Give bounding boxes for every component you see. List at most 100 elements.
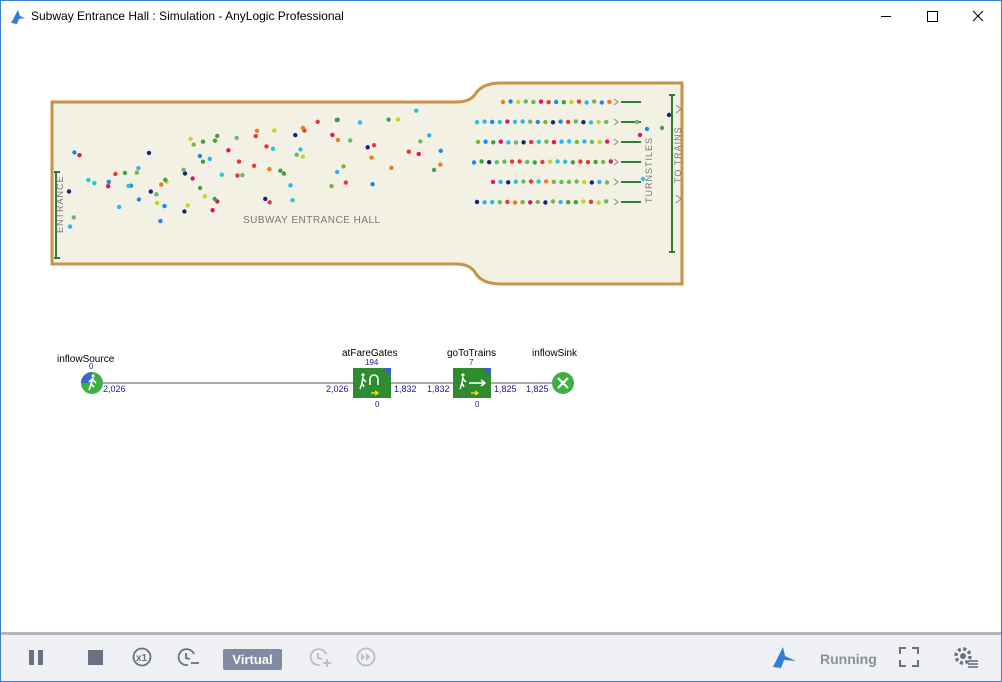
pedestrian — [431, 167, 437, 173]
pedestrian — [185, 203, 190, 208]
pedestrian — [471, 160, 477, 165]
pedestrian — [236, 159, 242, 164]
pedestrian — [71, 215, 77, 220]
pedestrian — [597, 139, 602, 145]
slow-down-icon — [177, 648, 199, 666]
pedestrian — [490, 199, 495, 205]
pedestrian — [520, 119, 525, 124]
pedestrian — [106, 179, 112, 185]
pedestrian — [513, 179, 518, 184]
pedestrian — [163, 177, 168, 182]
pedestrian — [605, 139, 610, 144]
pedestrian — [589, 139, 595, 145]
pedestrian — [588, 120, 594, 125]
virtual-mode-button[interactable]: Virtual — [223, 649, 282, 670]
pedestrian — [67, 224, 73, 229]
pedestrian — [365, 145, 370, 150]
pedestrian — [86, 177, 91, 183]
pedestrian — [475, 139, 481, 145]
pedestrian — [106, 184, 111, 189]
pedestrian — [576, 99, 582, 104]
maximize-button[interactable] — [909, 1, 955, 32]
pedestrian — [592, 99, 597, 104]
pedestrian — [207, 156, 212, 162]
pedestrian — [212, 196, 217, 202]
pedestrian — [395, 117, 401, 122]
pedestrian — [550, 199, 556, 204]
pedestrian — [637, 132, 643, 138]
pedestrian — [543, 119, 548, 125]
pedestrian — [566, 200, 571, 205]
simulation-canvas[interactable]: ENTRANCE SUBWAY ENTRANCE HALL TURNSTILES… — [1, 32, 1001, 632]
pedestrian — [148, 189, 153, 194]
minimize-button[interactable] — [863, 1, 909, 32]
pedestrian — [601, 159, 606, 165]
pedestrian — [162, 203, 167, 209]
pedestrian — [290, 198, 295, 203]
pedestrian — [134, 170, 139, 175]
pedestrian — [505, 119, 510, 124]
fare-gates-block[interactable]: atFareGates 194 2,026 1,832 0 — [326, 348, 417, 409]
pedestrian — [490, 179, 496, 185]
pedestrian — [272, 128, 277, 133]
pedestrian — [348, 138, 353, 143]
pedestrian — [191, 142, 196, 147]
pedestrian — [640, 176, 646, 182]
pedestrian — [540, 159, 545, 165]
fullscreen-button[interactable] — [895, 641, 923, 673]
block-name: inflowSink — [532, 348, 578, 359]
pedestrian — [136, 165, 141, 171]
pedestrian — [506, 140, 511, 145]
slow-down-button[interactable] — [174, 641, 202, 673]
pedestrian — [573, 119, 578, 124]
settings-button[interactable] — [951, 641, 981, 673]
pedestrian — [427, 133, 432, 138]
inflow-source-block[interactable]: inflowSource 0 2,026 — [57, 354, 126, 394]
pedestrian — [329, 184, 334, 189]
pedestrian — [235, 173, 240, 178]
speed-up-icon — [309, 648, 331, 667]
pedestrian — [122, 170, 128, 176]
speed-x1-button[interactable]: x1 — [128, 641, 156, 673]
pedestrian — [202, 194, 207, 199]
speed-up-button[interactable] — [306, 641, 334, 673]
go-to-trains-block[interactable]: goToTrains 7 1,832 1,825 0 — [427, 348, 517, 409]
pedestrian — [154, 192, 159, 197]
app-window: Subway Entrance Hall : Simulation - AnyL… — [0, 0, 1002, 682]
simulation-toolbar: x1 Virtual Running — [1, 632, 1001, 681]
pedestrian — [215, 133, 220, 139]
block-count: 7 — [469, 358, 474, 367]
pedestrian — [479, 159, 484, 164]
block-count: 2,026 — [103, 384, 126, 394]
pedestrian — [197, 185, 203, 191]
anylogic-logo-button[interactable] — [769, 641, 799, 673]
block-count: 1,825 — [494, 384, 517, 394]
pedestrian — [512, 200, 518, 205]
pedestrian — [490, 119, 495, 125]
pedestrian — [386, 117, 391, 122]
run-to-end-button[interactable] — [352, 641, 380, 673]
pedestrian — [508, 99, 513, 104]
anylogic-logo-icon — [773, 647, 796, 668]
pedestrian — [389, 165, 394, 170]
pedestrian — [551, 140, 557, 145]
pedestrian — [438, 162, 443, 167]
pedestrian — [343, 180, 348, 185]
stop-icon — [88, 650, 103, 665]
pause-button[interactable] — [25, 641, 51, 673]
pedestrian — [414, 108, 419, 113]
pedestrian — [581, 199, 586, 204]
inflow-sink-block[interactable]: inflowSink 1,825 — [526, 348, 578, 394]
stop-button[interactable] — [83, 641, 109, 673]
pedestrian — [525, 159, 530, 165]
pedestrian — [335, 169, 340, 175]
block-count: 194 — [365, 358, 379, 367]
pedestrian — [334, 117, 339, 123]
pedestrian — [370, 182, 375, 187]
pedestrian — [582, 180, 587, 185]
window-title: Subway Entrance Hall : Simulation - AnyL… — [31, 9, 344, 23]
pedestrian — [181, 167, 186, 172]
close-button[interactable] — [955, 1, 1001, 32]
pedestrian — [597, 179, 602, 185]
pedestrian — [278, 168, 283, 173]
